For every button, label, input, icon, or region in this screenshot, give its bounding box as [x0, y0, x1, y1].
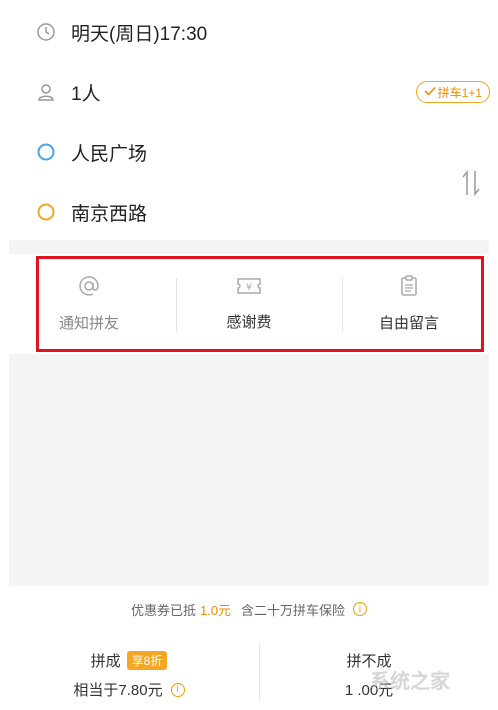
swap-locations-icon[interactable]: [460, 168, 482, 198]
notify-partner-label: 通知拼友: [58, 315, 119, 332]
coupon-prefix: 优惠券已抵: [130, 602, 196, 618]
watermark: 系统之家: [370, 671, 450, 693]
action-bar: 通知拼友 ¥ 感谢费 自由留言: [9, 254, 489, 354]
clock-icon: [35, 21, 57, 43]
destination-location: 南京西路: [71, 203, 148, 225]
action-divider: [176, 278, 177, 332]
departure-time: 明天(周日)17:30: [71, 23, 208, 45]
insurance-text: 含二十万拼车保险: [241, 602, 346, 618]
carpool-tag[interactable]: 拼车1+1: [415, 81, 490, 103]
free-message-button[interactable]: 自由留言: [329, 254, 489, 354]
trip-card: 明天(周日)17:30 1人 人民广场 南京西路: [9, 0, 489, 240]
check-icon: [424, 85, 436, 99]
price-divider: [259, 644, 260, 700]
info-icon[interactable]: i: [353, 602, 368, 616]
clipboard-icon: [399, 275, 419, 302]
price-success-option[interactable]: 拼成 享8折 相当于7.80元 i: [9, 640, 249, 710]
discount-badge: 享8折: [126, 651, 168, 670]
origin-location: 人民广场: [71, 143, 148, 165]
success-price: 相当于7.80元: [73, 682, 163, 699]
time-row[interactable]: 明天(周日)17:30: [9, 2, 489, 62]
yen-ticket-icon: ¥: [236, 276, 262, 301]
person-icon: [35, 81, 57, 103]
action-divider: [342, 278, 343, 332]
empty-area: [9, 354, 489, 586]
success-title: 拼成: [90, 653, 121, 670]
notify-partner-button[interactable]: 通知拼友: [9, 254, 169, 354]
at-icon: [78, 275, 100, 302]
section-divider: [9, 240, 489, 254]
origin-row[interactable]: 人民广场: [9, 122, 489, 182]
price-fail-option[interactable]: 拼不成 1 .00元: [249, 640, 489, 710]
svg-text:¥: ¥: [246, 283, 252, 293]
passenger-count: 1人: [71, 83, 101, 105]
destination-dot-icon: [35, 201, 57, 223]
origin-dot-icon: [35, 141, 57, 163]
coupon-info: 优惠券已抵 1.0元 含二十万拼车保险 i: [9, 596, 489, 622]
destination-row[interactable]: 南京西路: [9, 182, 489, 242]
info-icon[interactable]: i: [170, 682, 185, 697]
thanks-fee-label: 感谢费: [226, 314, 272, 331]
free-message-label: 自由留言: [378, 315, 439, 332]
coupon-amount: 1.0元: [199, 602, 232, 618]
thanks-fee-button[interactable]: ¥ 感谢费: [169, 254, 329, 354]
carpool-tag-label: 拼车1+1: [437, 85, 482, 100]
